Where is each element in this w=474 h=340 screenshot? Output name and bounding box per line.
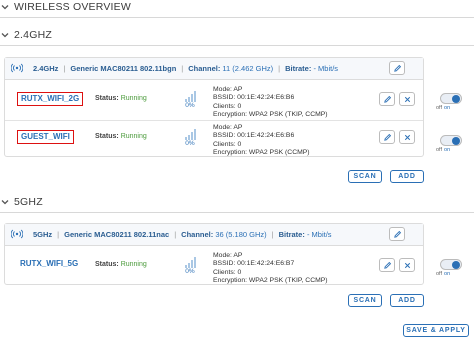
signal-bars-icon xyxy=(183,127,197,140)
edit-interface-button[interactable] xyxy=(379,130,395,144)
radio-info-bar: 2.4GHz | Generic MAC80211 802.11bgn | Ch… xyxy=(5,58,423,80)
signal-indicator: 0% xyxy=(183,89,197,109)
interface-status: Status: Running xyxy=(95,95,147,102)
channel-value: 36 (5.180 GHz) xyxy=(215,230,267,239)
add-button[interactable]: ADD xyxy=(390,170,424,183)
radio-edit-button[interactable] xyxy=(389,61,405,75)
radio-band: 2.4GHz xyxy=(33,64,59,73)
interface-details: Mode: AP BSSID: 00:1E:42:24:E6:B7 Client… xyxy=(213,252,328,284)
bitrate-value: - Mbit/s xyxy=(313,64,339,73)
radio-edit-button[interactable] xyxy=(389,227,405,241)
chevron-down-icon[interactable] xyxy=(0,30,10,40)
section-header-5g[interactable]: 5GHZ xyxy=(0,196,43,208)
wifi-icon xyxy=(10,63,24,75)
interface-status: Status: Running xyxy=(95,133,147,140)
scan-button[interactable]: SCAN xyxy=(348,170,382,183)
divider xyxy=(0,45,474,46)
interface-toggle[interactable]: off on xyxy=(436,93,462,111)
signal-bars-icon xyxy=(183,255,197,268)
interface-status: Status: Running xyxy=(95,261,147,268)
signal-indicator: 0% xyxy=(183,127,197,147)
section-header-2g[interactable]: 2.4GHZ xyxy=(0,29,52,41)
delete-interface-button[interactable] xyxy=(399,258,415,272)
toggle-switch[interactable] xyxy=(440,93,462,104)
chevron-down-icon[interactable] xyxy=(0,197,10,207)
radio-model: Generic MAC80211 802.11bgn xyxy=(70,64,177,73)
section-title: 5GHZ xyxy=(14,196,43,208)
bitrate-label: Bitrate: xyxy=(285,64,312,73)
section-title: 2.4GHZ xyxy=(14,29,52,41)
scan-button[interactable]: SCAN xyxy=(348,294,382,307)
ssid-link[interactable]: RUTX_WIFI_5G xyxy=(17,258,81,272)
save-apply-button[interactable]: SAVE & APPLY xyxy=(403,324,469,337)
edit-interface-button[interactable] xyxy=(379,92,395,106)
interface-details: Mode: AP BSSID: 00:1E:42:24:E6:B6 Client… xyxy=(213,86,328,118)
edit-interface-button[interactable] xyxy=(379,258,395,272)
signal-indicator: 0% xyxy=(183,255,197,275)
radio-model: Generic MAC80211 802.11nac xyxy=(64,230,170,239)
interface-row: RUTX_WIFI_5G Status: Running 0% Mode: AP… xyxy=(5,249,423,284)
pencil-icon xyxy=(393,64,401,72)
close-icon xyxy=(404,96,410,102)
pencil-icon xyxy=(383,133,391,141)
channel-label: Channel: xyxy=(181,230,214,239)
toggle-switch[interactable] xyxy=(440,259,462,270)
radio-band: 5GHz xyxy=(33,230,53,239)
ssid-link[interactable]: RUTX_WIFI_2G xyxy=(17,92,84,106)
chevron-down-icon[interactable] xyxy=(0,2,10,12)
divider xyxy=(0,17,474,18)
page-title: WIRELESS OVERVIEW xyxy=(14,1,131,13)
interface-toggle[interactable]: off on xyxy=(436,259,462,277)
pencil-icon xyxy=(383,95,391,103)
interface-toggle[interactable]: off on xyxy=(436,135,462,153)
channel-label: Channel: xyxy=(188,64,221,73)
signal-bars-icon xyxy=(183,89,197,102)
toggle-switch[interactable] xyxy=(440,135,462,146)
close-icon xyxy=(404,262,410,268)
add-button[interactable]: ADD xyxy=(390,294,424,307)
wifi-icon xyxy=(10,229,24,241)
radio-panel-5g: 5GHz | Generic MAC80211 802.11nac | Chan… xyxy=(4,223,424,285)
divider xyxy=(0,212,474,213)
channel-value: 11 (2.462 GHz) xyxy=(222,64,274,73)
page-header[interactable]: WIRELESS OVERVIEW xyxy=(0,1,131,13)
interface-row: GUEST_WIFI Status: Running 0% Mode: AP B… xyxy=(5,120,423,156)
delete-interface-button[interactable] xyxy=(399,130,415,144)
interface-details: Mode: AP BSSID: 00:1E:42:24:E6:B6 Client… xyxy=(213,124,310,156)
radio-panel-2g: 2.4GHz | Generic MAC80211 802.11bgn | Ch… xyxy=(4,57,424,157)
interface-row: RUTX_WIFI_2G Status: Running 0% Mode: AP… xyxy=(5,83,423,118)
close-icon xyxy=(404,134,410,140)
ssid-link[interactable]: GUEST_WIFI xyxy=(17,130,74,144)
pencil-icon xyxy=(383,261,391,269)
pencil-icon xyxy=(393,230,401,238)
bitrate-label: Bitrate: xyxy=(278,230,305,239)
radio-info-bar: 5GHz | Generic MAC80211 802.11nac | Chan… xyxy=(5,224,423,246)
bitrate-value: - Mbit/s xyxy=(306,230,332,239)
delete-interface-button[interactable] xyxy=(399,92,415,106)
